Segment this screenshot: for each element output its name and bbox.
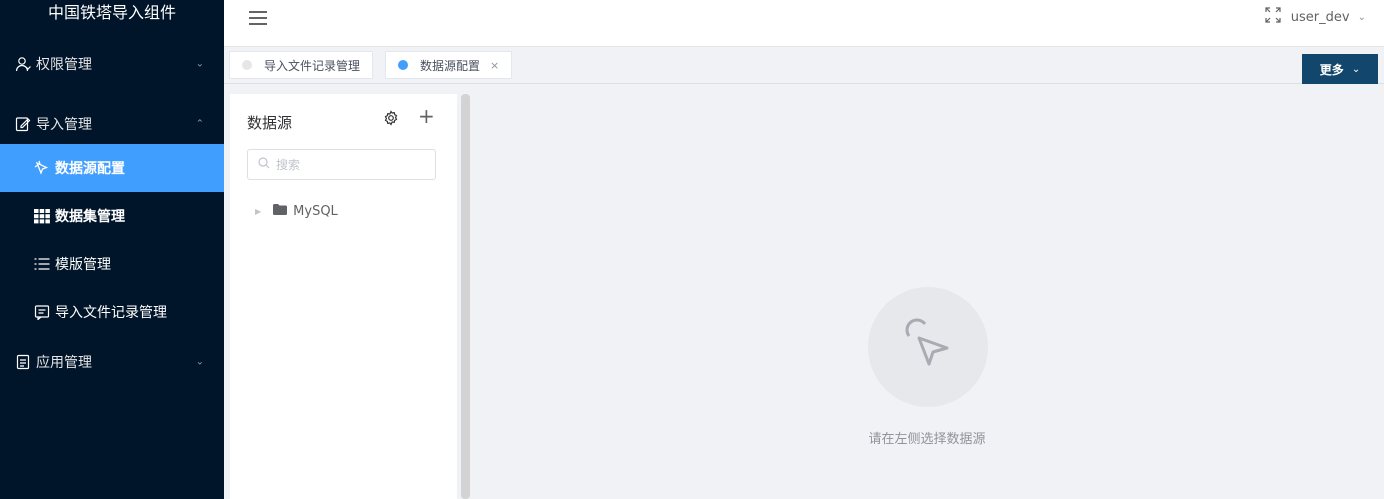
tab-status-dot <box>242 60 252 70</box>
tree-node-mysql[interactable]: ▶ MySQL <box>255 204 338 219</box>
chevron-down-icon: ⌄ <box>195 58 204 70</box>
chevron-up-icon: ⌃ <box>195 118 204 130</box>
panel-title: 数据源 <box>247 114 293 132</box>
gear-icon[interactable] <box>383 110 399 130</box>
sidebar-item-template-management[interactable]: 模版管理 <box>0 240 224 288</box>
sidebar-item-dataset-management[interactable]: 数据集管理 <box>0 192 224 240</box>
sidebar-item-label: 模版管理 <box>55 257 111 273</box>
doc-icon <box>14 353 32 371</box>
menu-group-label: 导入管理 <box>36 117 92 133</box>
more-button[interactable]: 更多 ⌄ <box>1302 54 1378 84</box>
cursor-icon <box>33 159 51 177</box>
tabs-bar: 导入文件记录管理 数据源配置 × 更多 ⌄ <box>224 47 1384 84</box>
folder-icon <box>273 204 288 219</box>
app-title: 中国铁塔导入组件 <box>47 3 176 22</box>
datasource-panel: 数据源 + ▶ MySQL <box>230 94 457 499</box>
close-icon[interactable]: × <box>490 59 499 72</box>
chevron-down-icon: ⌄ <box>1351 63 1361 75</box>
menu-group-label: 应用管理 <box>36 355 92 371</box>
search-input[interactable] <box>276 157 426 172</box>
search-box[interactable] <box>247 149 436 180</box>
fullscreen-icon[interactable] <box>1265 7 1281 27</box>
sidebar-item-import-records[interactable]: 导入文件记录管理 <box>0 288 224 336</box>
search-icon <box>258 156 270 173</box>
list-icon <box>33 255 51 273</box>
grid-icon <box>33 207 51 225</box>
sidebar-item-label: 导入文件记录管理 <box>55 305 167 321</box>
sidebar-item-label: 数据源配置 <box>55 161 125 177</box>
tab-status-dot <box>398 60 408 70</box>
user-icon <box>14 55 32 73</box>
user-menu[interactable]: user_dev ⌄ <box>1265 7 1366 27</box>
username: user_dev <box>1290 9 1350 25</box>
tab-datasource-config[interactable]: 数据源配置 × <box>385 51 513 79</box>
main-content: 请在左侧选择数据源 <box>470 94 1384 499</box>
tree-node-label: MySQL <box>293 204 338 219</box>
caret-right-icon[interactable]: ▶ <box>255 207 261 216</box>
menu-group-permissions[interactable]: 权限管理 ⌄ <box>0 40 224 88</box>
empty-state-illustration <box>868 287 988 407</box>
file-record-icon <box>33 303 51 321</box>
menu-group-label: 权限管理 <box>36 57 92 73</box>
sidebar: 中国铁塔导入组件 权限管理 ⌄ 导入管理 ⌃ 数据源配置 数据集管理 模版管理 … <box>0 0 224 499</box>
panel-resize-handle[interactable] <box>461 94 470 499</box>
top-header: user_dev ⌄ <box>224 0 1384 47</box>
hamburger-icon[interactable] <box>248 8 268 28</box>
pointer-icon <box>897 314 959 380</box>
chevron-down-icon: ⌄ <box>195 356 204 368</box>
sidebar-item-label: 数据集管理 <box>55 209 125 225</box>
tab-import-file-records[interactable]: 导入文件记录管理 <box>229 51 374 79</box>
menu-group-import[interactable]: 导入管理 ⌃ <box>0 100 224 148</box>
tab-label: 数据源配置 <box>420 58 481 73</box>
more-button-label: 更多 <box>1319 62 1344 77</box>
chevron-down-icon: ⌄ <box>1357 11 1366 23</box>
add-datasource-button[interactable]: + <box>418 106 435 126</box>
edit-doc-icon <box>14 115 32 133</box>
empty-state-text: 请在左侧选择数据源 <box>868 432 986 447</box>
tab-label: 导入文件记录管理 <box>264 58 361 73</box>
sidebar-item-datasource-config[interactable]: 数据源配置 <box>0 144 224 192</box>
menu-group-application[interactable]: 应用管理 ⌄ <box>0 338 224 386</box>
